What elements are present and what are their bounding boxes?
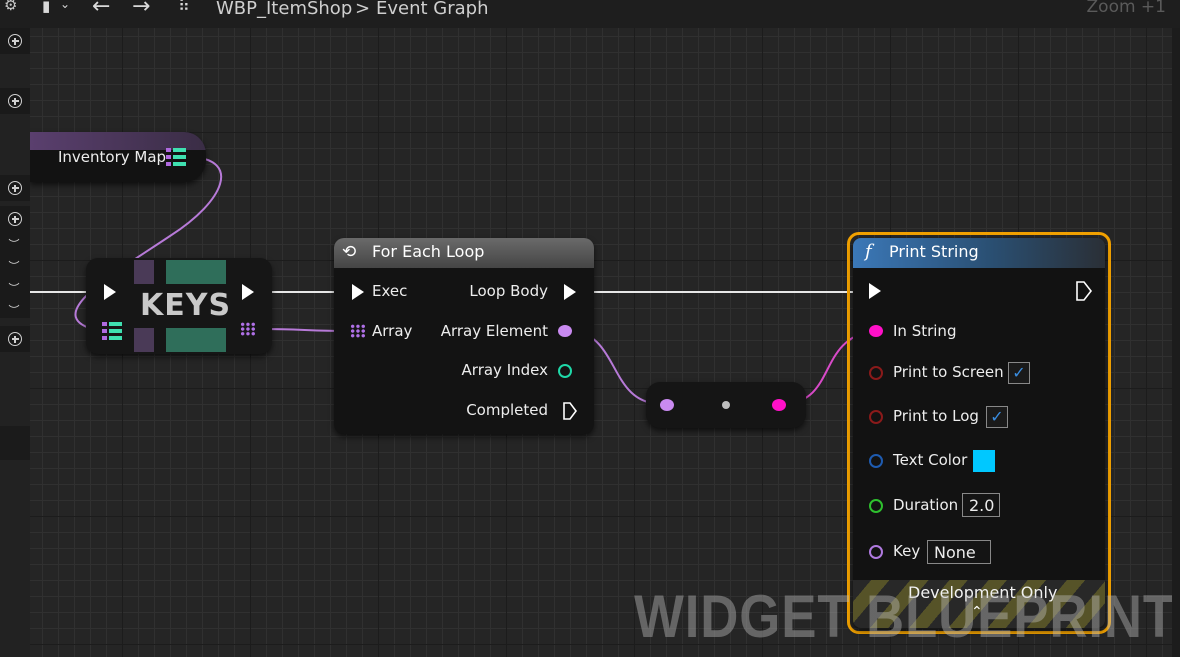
duration-field[interactable]: 2.0 [962, 493, 1000, 517]
for-each-loop-title: For Each Loop [372, 242, 485, 261]
breadcrumb-asset[interactable]: WBP_ItemShop [216, 0, 352, 19]
duration-pin[interactable] [869, 499, 883, 513]
completed-label: Completed [466, 401, 548, 419]
plus-circle-icon [8, 94, 22, 108]
key-field[interactable]: None [927, 540, 991, 564]
in-string-pin[interactable] [869, 325, 883, 337]
print-string-title: Print String [889, 242, 979, 261]
right-scrollbar[interactable] [1172, 28, 1180, 657]
loop-icon: ⟲ [342, 242, 357, 262]
loop-exec-label: Exec [372, 282, 408, 300]
add-button-2[interactable] [0, 88, 30, 114]
print-to-screen-pin[interactable] [869, 366, 883, 380]
key-pin[interactable] [869, 545, 883, 559]
blueprint-graph-icon: ⠷ [178, 0, 190, 15]
left-sidebar: ︶ ︶ ︶ ︶ [0, 28, 30, 657]
array-index-label: Array Index [461, 361, 548, 379]
keys-node[interactable]: KEYS [86, 258, 272, 354]
print-to-log-checkbox[interactable]: ✓ [986, 406, 1008, 428]
collapsed-eye-icon[interactable]: ︶ [6, 261, 22, 272]
keys-title: KEYS [140, 288, 232, 323]
print-to-log-pin[interactable] [869, 410, 883, 424]
forward-arrow-icon[interactable]: → [132, 0, 150, 19]
collapsed-eye-icon[interactable]: ︶ [6, 305, 22, 316]
print-to-screen-checkbox[interactable]: ✓ [1008, 362, 1030, 384]
keys-map-in-icon[interactable] [102, 322, 122, 340]
collapsed-sections: ︶ ︶ ︶ ︶ [0, 232, 30, 318]
convert-input-pin[interactable] [660, 399, 674, 411]
in-string-label: In String [893, 322, 957, 340]
function-icon: f [865, 241, 872, 262]
convert-output-pin[interactable] [772, 399, 786, 411]
collapsed-eye-icon[interactable]: ︶ [6, 283, 22, 294]
add-button-1[interactable] [0, 28, 30, 54]
inventory-map-node[interactable]: Inventory Map [30, 132, 206, 182]
array-index-pin[interactable] [558, 364, 572, 378]
plus-circle-icon [8, 34, 22, 48]
loop-body-exec-out[interactable] [564, 284, 576, 300]
convert-node[interactable] [646, 382, 806, 428]
key-label: Key [893, 542, 921, 560]
graph-toolbar: ⚙ ▮ ⌄ ← → ⠷ WBP_ItemShop > Event Graph Z… [0, 0, 1180, 28]
print-to-screen-label: Print to Screen [893, 363, 1004, 381]
collapsed-eye-icon[interactable]: ︶ [6, 239, 22, 250]
bookmark-icon[interactable]: ▮ [42, 0, 50, 15]
add-button-5[interactable] [0, 326, 30, 352]
print-string-node[interactable]: f Print String In String Print to Screen… [853, 238, 1105, 628]
keys-exec-out[interactable] [242, 284, 254, 300]
plus-circle-icon [8, 332, 22, 346]
add-button-4[interactable] [0, 206, 30, 232]
breadcrumb-graph[interactable]: Event Graph [376, 0, 489, 19]
keys-exec-in[interactable] [104, 284, 116, 300]
convert-center-dot [722, 401, 730, 409]
completed-exec-out[interactable] [562, 402, 578, 420]
inventory-map-label: Inventory Map [58, 148, 167, 166]
print-to-log-label: Print to Log [893, 407, 979, 425]
array-element-pin[interactable] [558, 325, 572, 337]
print-exec-out[interactable] [1075, 281, 1093, 301]
loop-exec-in[interactable] [352, 284, 364, 300]
loop-body-label: Loop Body [469, 282, 548, 300]
loop-array-label: Array [372, 322, 413, 340]
keys-array-out-icon[interactable] [240, 322, 256, 336]
text-color-label: Text Color [893, 451, 968, 469]
settings-gear-icon[interactable]: ⚙ [4, 0, 17, 14]
plus-circle-icon [8, 212, 22, 226]
bookmark-dropdown-icon[interactable]: ⌄ [60, 0, 70, 11]
for-each-loop-node[interactable]: ⟲ For Each Loop Exec Array Loop Body Arr… [334, 238, 594, 434]
text-color-swatch[interactable] [973, 450, 995, 472]
loop-array-in-icon[interactable] [350, 324, 366, 338]
text-color-pin[interactable] [869, 454, 883, 468]
array-element-label: Array Element [440, 322, 548, 340]
add-button-3[interactable] [0, 175, 30, 201]
plus-circle-icon [8, 181, 22, 195]
breadcrumb-separator: > [355, 0, 371, 19]
duration-label: Duration [893, 496, 959, 514]
print-exec-in[interactable] [869, 283, 881, 299]
widget-blueprint-watermark: WIDGET BLUEPRINT [634, 583, 1177, 650]
map-pin-icon[interactable] [166, 148, 186, 166]
graph-canvas[interactable]: Inventory Map KEYS ⟲ For Each Loop Exec … [0, 0, 1180, 657]
zoom-level: Zoom +1 [1086, 0, 1166, 17]
sidebar-panel-block [0, 426, 30, 460]
back-arrow-icon[interactable]: ← [92, 0, 110, 19]
